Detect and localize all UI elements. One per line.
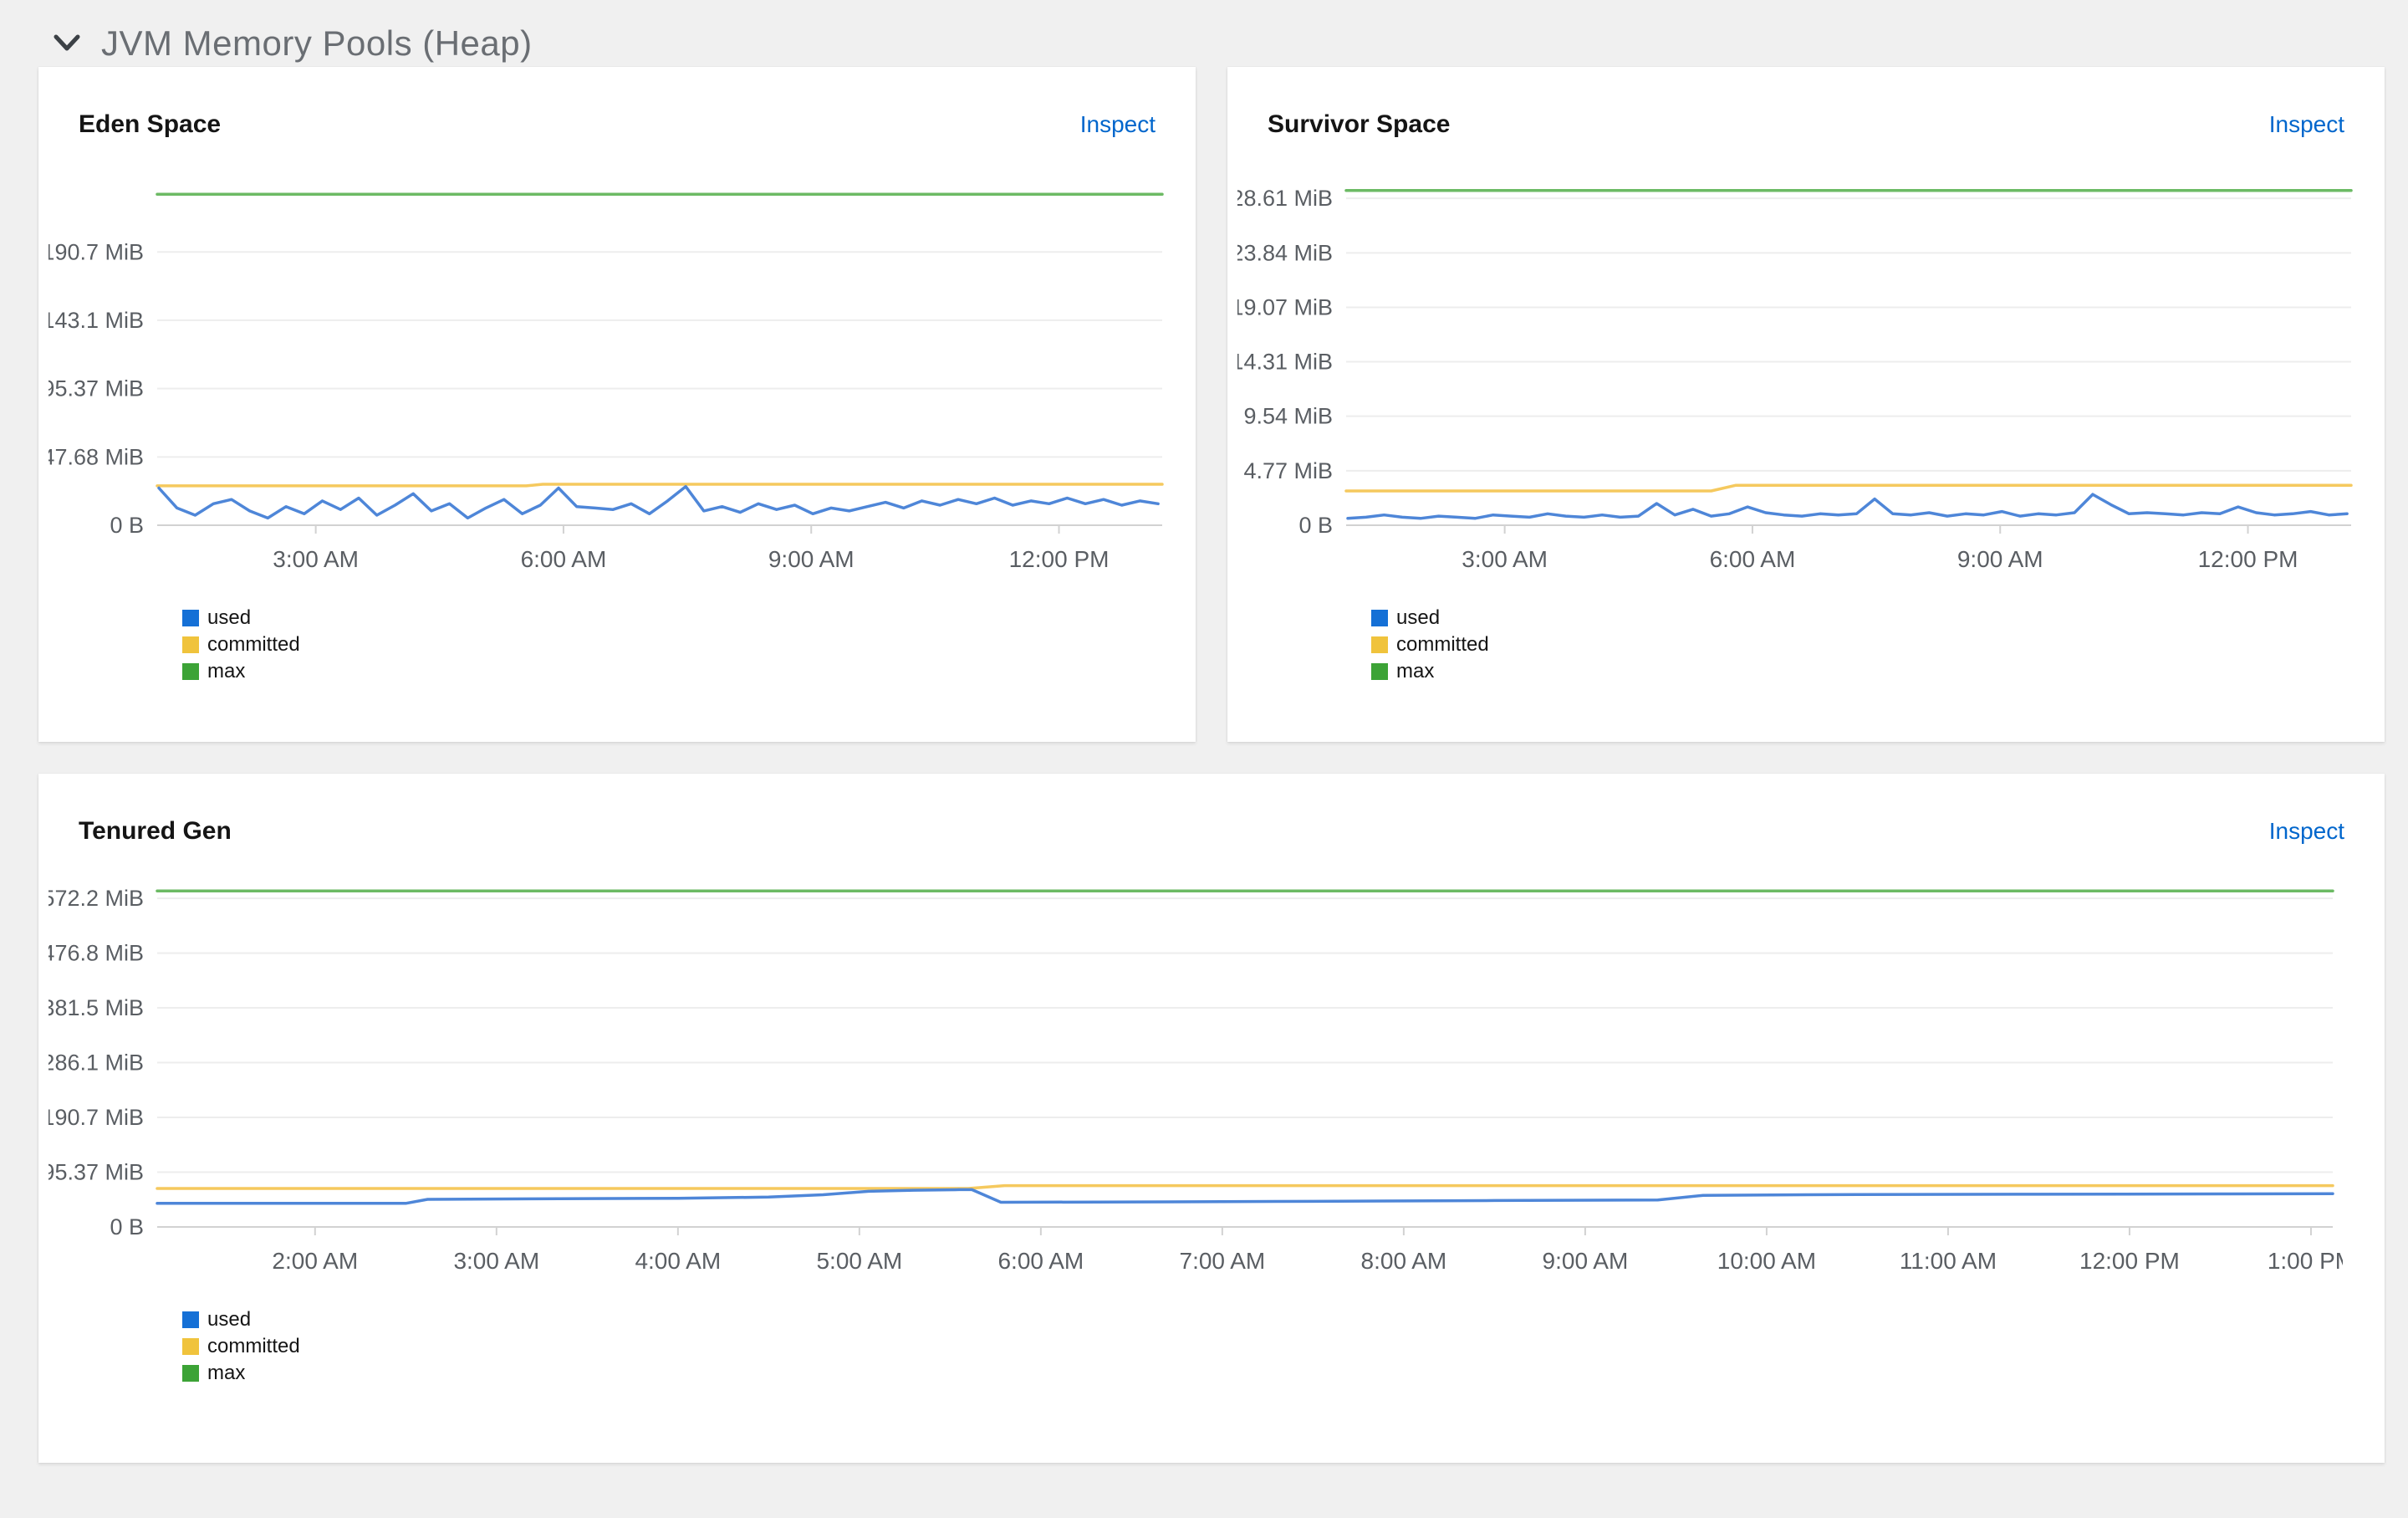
svg-text:0 B: 0 B: [110, 513, 144, 538]
panel-eden-space: Eden Space Inspect 0 B 47.68 MiB 95.37 MiB…: [38, 67, 1196, 742]
svg-text:3:00 AM: 3:00 AM: [273, 546, 359, 572]
svg-text:3:00 AM: 3:00 AM: [453, 1248, 539, 1274]
survivor-space-chart[interactable]: 0 B 4.77 MiB 9.54 MiB 14.31 MiB 19.07 MiB 23.…: [1237, 156, 2361, 580]
inspect-link[interactable]: Inspect: [2269, 110, 2344, 139]
legend-item-used[interactable]: used: [182, 1307, 2385, 1332]
panel-title: Eden Space: [79, 110, 222, 138]
legend-label: used: [1396, 606, 1441, 629]
svg-text:4.77 MiB: 4.77 MiB: [1243, 458, 1333, 483]
section-title: JVM Memory Pools (Heap): [101, 23, 533, 63]
panel-tenured-gen: Tenured Gen Inspect 0 B 95.37 MiB 190.7 Mi…: [38, 774, 2385, 1463]
used-swatch-icon: [182, 1311, 199, 1328]
svg-text:3:00 AM: 3:00 AM: [1462, 546, 1548, 572]
committed-swatch-icon: [182, 636, 199, 653]
chart-legend: used committed max: [182, 1307, 2385, 1386]
svg-text:9:00 AM: 9:00 AM: [768, 546, 855, 572]
used-swatch-icon: [182, 610, 199, 626]
svg-text:12:00 PM: 12:00 PM: [2198, 546, 2298, 572]
svg-text:47.68 MiB: 47.68 MiB: [48, 444, 144, 469]
svg-text:95.37 MiB: 95.37 MiB: [48, 1160, 144, 1185]
svg-text:0 B: 0 B: [1298, 513, 1333, 538]
svg-text:2:00 AM: 2:00 AM: [272, 1248, 358, 1274]
svg-text:0 B: 0 B: [110, 1214, 144, 1239]
legend-item-used[interactable]: used: [1371, 606, 2385, 631]
svg-text:6:00 AM: 6:00 AM: [521, 546, 607, 572]
svg-text:572.2 MiB: 572.2 MiB: [48, 886, 144, 911]
chevron-down-icon[interactable]: [53, 33, 81, 54]
svg-text:9.54 MiB: 9.54 MiB: [1243, 404, 1333, 429]
legend-label: committed: [207, 1335, 300, 1357]
legend-item-committed[interactable]: committed: [182, 1334, 2385, 1359]
svg-text:9:00 AM: 9:00 AM: [1543, 1248, 1629, 1274]
svg-text:8:00 AM: 8:00 AM: [1361, 1248, 1447, 1274]
panel-title: Survivor Space: [1268, 110, 1451, 138]
svg-text:12:00 PM: 12:00 PM: [2079, 1248, 2180, 1274]
legend-label: max: [1396, 660, 1435, 682]
legend-label: committed: [207, 633, 300, 656]
legend-label: used: [207, 606, 252, 629]
chart-legend: used committed max: [1371, 606, 2385, 684]
max-swatch-icon: [182, 663, 199, 680]
legend-item-max[interactable]: max: [182, 659, 1196, 684]
committed-swatch-icon: [1371, 636, 1388, 653]
legend-item-committed[interactable]: committed: [1371, 632, 2385, 657]
section-header: JVM Memory Pools (Heap): [0, 0, 2408, 63]
svg-text:12:00 PM: 12:00 PM: [1009, 546, 1110, 572]
panel-survivor-space: Survivor Space Inspect 0 B 4.77 MiB 9.54 M…: [1227, 67, 2385, 742]
legend-item-max[interactable]: max: [1371, 659, 2385, 684]
eden-space-chart[interactable]: 0 B 47.68 MiB 95.37 MiB 143.1 MiB 190.7 MiB 3…: [48, 156, 1172, 580]
svg-text:6:00 AM: 6:00 AM: [997, 1248, 1084, 1274]
legend-label: committed: [1396, 633, 1489, 656]
used-swatch-icon: [1371, 610, 1388, 626]
svg-text:7:00 AM: 7:00 AM: [1180, 1248, 1266, 1274]
svg-text:4:00 AM: 4:00 AM: [635, 1248, 721, 1274]
tenured-gen-chart[interactable]: 0 B 95.37 MiB 190.7 MiB 286.1 MiB 381.5 MiB 4…: [48, 862, 2343, 1282]
legend-label: used: [207, 1308, 252, 1331]
svg-text:476.8 MiB: 476.8 MiB: [48, 941, 144, 966]
legend-item-max[interactable]: max: [182, 1361, 2385, 1386]
legend-label: max: [207, 1362, 246, 1384]
svg-text:19.07 MiB: 19.07 MiB: [1237, 295, 1333, 320]
legend-label: max: [207, 660, 246, 682]
svg-text:11:00 AM: 11:00 AM: [1900, 1248, 1997, 1274]
svg-text:6:00 AM: 6:00 AM: [1710, 546, 1796, 572]
svg-text:190.7 MiB: 190.7 MiB: [48, 239, 144, 264]
max-swatch-icon: [182, 1365, 199, 1382]
svg-text:5:00 AM: 5:00 AM: [816, 1248, 902, 1274]
svg-text:10:00 AM: 10:00 AM: [1717, 1248, 1816, 1274]
dashboard-grid: Eden Space Inspect 0 B 47.68 MiB 95.37 MiB…: [38, 67, 2385, 1463]
committed-swatch-icon: [182, 1338, 199, 1355]
svg-text:1:00 PM: 1:00 PM: [2268, 1248, 2343, 1274]
svg-text:143.1 MiB: 143.1 MiB: [48, 308, 144, 333]
chart-legend: used committed max: [182, 606, 1196, 684]
svg-text:381.5 MiB: 381.5 MiB: [48, 995, 144, 1020]
svg-text:14.31 MiB: 14.31 MiB: [1237, 350, 1333, 375]
svg-text:190.7 MiB: 190.7 MiB: [48, 1105, 144, 1130]
svg-text:95.37 MiB: 95.37 MiB: [48, 376, 144, 401]
panel-title: Tenured Gen: [79, 817, 232, 845]
inspect-link[interactable]: Inspect: [1080, 110, 1156, 139]
svg-text:9:00 AM: 9:00 AM: [1957, 546, 2043, 572]
inspect-link[interactable]: Inspect: [2269, 817, 2344, 846]
max-swatch-icon: [1371, 663, 1388, 680]
svg-text:286.1 MiB: 286.1 MiB: [48, 1050, 144, 1076]
svg-text:28.61 MiB: 28.61 MiB: [1237, 186, 1333, 211]
legend-item-committed[interactable]: committed: [182, 632, 1196, 657]
legend-item-used[interactable]: used: [182, 606, 1196, 631]
svg-text:23.84 MiB: 23.84 MiB: [1237, 240, 1333, 265]
